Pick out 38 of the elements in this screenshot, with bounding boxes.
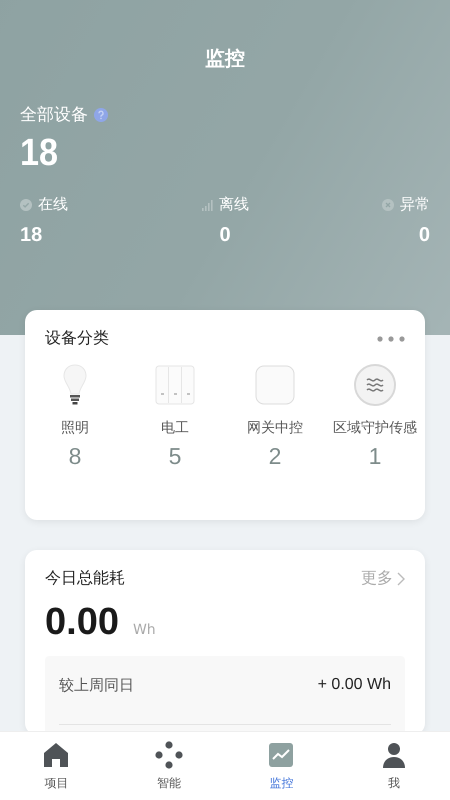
cross-circle-icon [382,198,394,210]
comparison-value: + 0.00 Wh [318,676,391,694]
four-dots-icon [154,740,183,768]
total-count: 18 [20,132,58,175]
page-title: 监控 [204,45,246,72]
wall-switch-icon[interactable] [153,363,197,407]
category-count: 2 [268,443,282,470]
category-label: 网关中控 [247,419,303,437]
stat-value: 0 [219,224,231,247]
comparison-label: 较上周同日 [59,676,134,694]
home-icon [42,740,70,768]
card-title: 设备分类 [45,328,109,349]
nav-tab[interactable]: 智能 [112,732,225,800]
chevron-right-icon [397,572,405,586]
more-icon[interactable] [377,336,405,342]
category-label: 区域守护传感 [333,419,417,437]
stat-value: 18 [20,224,44,247]
category-label: 照明 [61,419,89,437]
help-icon[interactable] [94,108,108,122]
category-count: 5 [168,443,182,470]
nav-tab[interactable]: 我 [338,732,450,800]
energy-unit: Wh [132,622,156,638]
sensor-waves-icon[interactable] [353,363,397,407]
energy-value: 0.00 [45,601,119,644]
stat-label: 在线 [38,195,68,214]
check-circle-icon [20,198,32,210]
signal-bars-icon [201,198,213,210]
category-count: 1 [368,443,382,470]
category-label: 电工 [161,419,189,437]
stat-value: 0 [418,224,430,247]
all-devices-label: 全部设备 [20,104,88,126]
nav-tab[interactable]: 监控 [225,732,338,800]
monitor-icon [267,740,296,768]
stat-label: 离线 [219,195,249,214]
category-count: 8 [68,443,82,470]
card-title: 今日总能耗 [45,568,125,589]
nav-tab[interactable]: 项目 [0,732,112,800]
stat-label: 异常 [400,195,430,214]
